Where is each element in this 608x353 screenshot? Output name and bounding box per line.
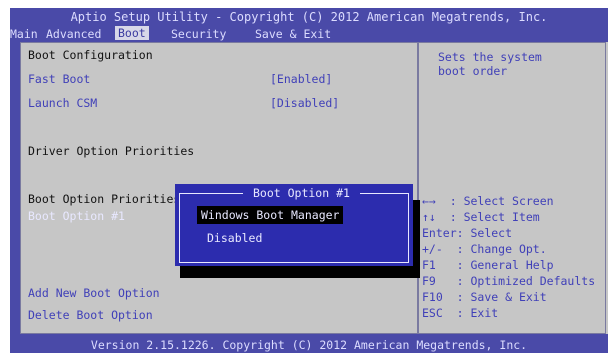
popup-frame: [179, 193, 409, 263]
tab-security[interactable]: Security: [171, 26, 226, 42]
fast-boot-value[interactable]: [Enabled]: [270, 72, 332, 86]
help-description-line2: boot order: [438, 64, 508, 78]
help-description-line1: Sets the system: [438, 50, 542, 64]
help-key-select: Enter: Select: [422, 226, 513, 240]
boot-option-1-label[interactable]: Boot Option #1: [28, 209, 125, 223]
version-footer: Version 2.15.1226. Copyright (C) 2012 Am…: [90, 338, 528, 352]
boot-option-priorities: Boot Option Priorities: [28, 192, 181, 206]
add-new-boot-option[interactable]: Add New Boot Option: [28, 286, 160, 300]
tab-advanced[interactable]: Advanced: [46, 26, 101, 42]
section-title: Boot Configuration: [28, 48, 153, 62]
driver-option-priorities: Driver Option Priorities: [28, 144, 195, 158]
launch-csm-value[interactable]: [Disabled]: [270, 96, 339, 110]
help-key-general-help: F1 : General Help: [422, 258, 554, 272]
popup-title: Boot Option #1: [243, 186, 360, 200]
help-key-save-exit: F10 : Save & Exit: [422, 290, 547, 304]
launch-csm-label[interactable]: Launch CSM: [28, 96, 97, 110]
menu-bar: Main Advanced Boot Security Save & Exit: [10, 26, 608, 42]
tab-boot[interactable]: Boot: [115, 26, 149, 40]
help-key-select-item: ↑↓ : Select Item: [422, 210, 540, 224]
fast-boot-label[interactable]: Fast Boot: [28, 72, 90, 86]
help-key-exit: ESC : Exit: [422, 306, 499, 320]
tab-main[interactable]: Main: [10, 26, 38, 42]
boot-option-popup: Boot Option #1 Windows Boot Manager Disa…: [175, 184, 413, 266]
help-key-change-opt: +/- : Change Opt.: [422, 242, 547, 256]
bios-screen: Aptio Setup Utility - Copyright (C) 2012…: [10, 8, 608, 353]
popup-option-disabled[interactable]: Disabled: [207, 231, 262, 245]
tab-save-exit[interactable]: Save & Exit: [255, 26, 331, 42]
help-key-select-screen: ←→ : Select Screen: [422, 194, 554, 208]
popup-option-windows-boot-manager[interactable]: Windows Boot Manager: [197, 206, 344, 224]
help-key-optimized-defaults: F9 : Optimized Defaults: [422, 274, 596, 288]
delete-boot-option[interactable]: Delete Boot Option: [28, 308, 153, 322]
